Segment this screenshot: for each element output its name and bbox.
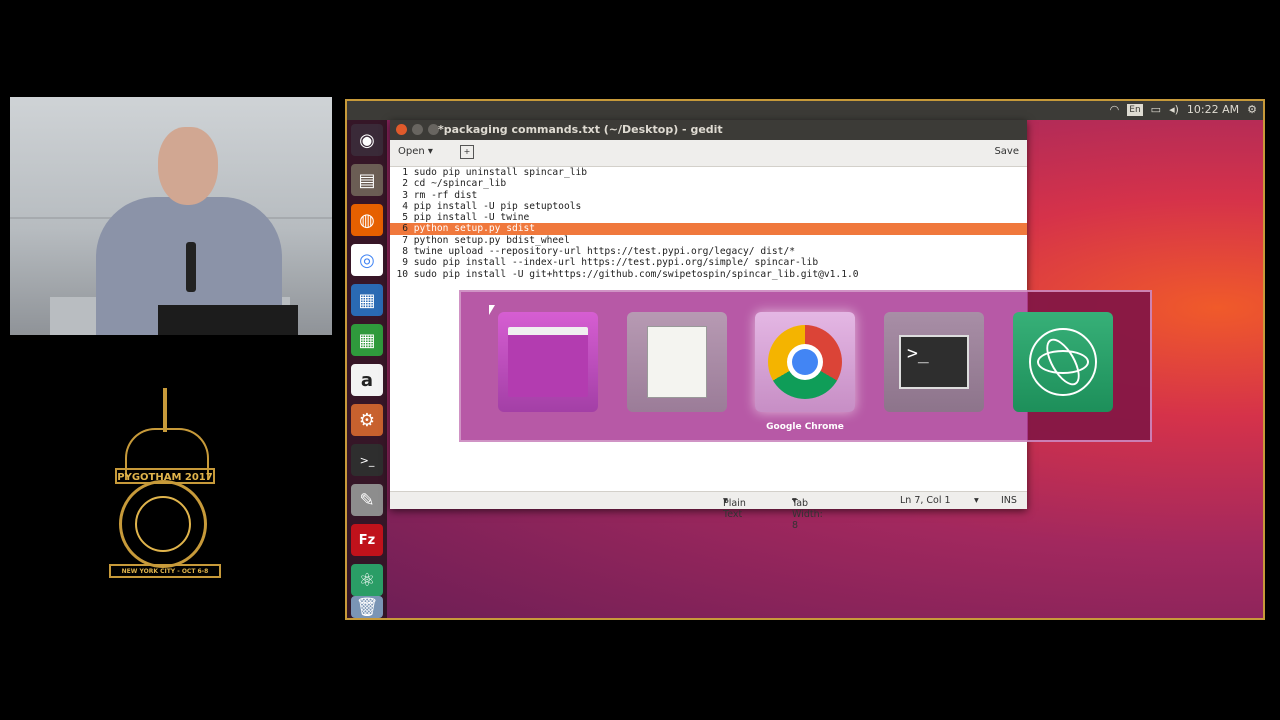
- line-text: rm -rf dist: [413, 189, 478, 201]
- gedit-toolbar: Open ▾ + Save: [390, 140, 1027, 167]
- save-button[interactable]: Save: [994, 146, 1019, 157]
- filezilla-icon[interactable]: Fz: [351, 524, 383, 556]
- window-titlebar[interactable]: *packaging commands.txt (~/Desktop) - ge…: [390, 120, 1027, 140]
- new-document-icon[interactable]: +: [460, 145, 474, 159]
- files-app-tile[interactable]: [498, 312, 598, 412]
- line-number: 2: [402, 178, 408, 190]
- keyboard-layout-indicator[interactable]: En: [1127, 103, 1143, 116]
- code-line[interactable]: 7 python setup.py bdist_wheel: [390, 235, 1027, 246]
- libreoffice-calc-icon[interactable]: ▦: [351, 324, 383, 356]
- line-number: 7: [402, 234, 408, 246]
- laptop: [158, 305, 298, 335]
- code-line[interactable]: 3 rm -rf dist: [390, 190, 1027, 201]
- gedit-app-tile[interactable]: [627, 312, 727, 412]
- launcher: ◉ ▤ ◍ ◎ ▦ ▦ a ⚙ >_ ✎ Fz ⚛ 🗑: [347, 120, 387, 618]
- line-number: 8: [402, 246, 408, 258]
- line-text: python setup.py sdist: [413, 223, 536, 235]
- open-label: Open: [398, 146, 425, 157]
- code-line[interactable]: 2 cd ~/spincar_lib: [390, 178, 1027, 189]
- line-text: pip install -U twine: [413, 212, 530, 224]
- line-number: 4: [402, 200, 408, 212]
- app-switcher: >_ Google Chrome: [459, 290, 1152, 442]
- chrome-app-tile[interactable]: [755, 312, 855, 412]
- files-icon[interactable]: ▤: [351, 164, 383, 196]
- logo-spire: [163, 388, 167, 432]
- selected-code-line[interactable]: 6 python setup.py sdist: [390, 223, 1027, 235]
- line-number: 5: [402, 212, 408, 224]
- folder-icon: [508, 327, 588, 397]
- volume-icon[interactable]: ◂): [1169, 103, 1179, 116]
- line-number: 9: [402, 257, 408, 269]
- logo-snake-icon: [135, 496, 191, 552]
- cursor-position[interactable]: Ln 7, Col 1: [900, 495, 951, 506]
- code-line[interactable]: 9 sudo pip install --index-url https://t…: [390, 257, 1027, 268]
- code-line[interactable]: 4 pip install -U pip setuptools: [390, 201, 1027, 212]
- amazon-icon[interactable]: a: [351, 364, 383, 396]
- clock[interactable]: 10:22 AM: [1187, 103, 1239, 116]
- text-editor-icon: [647, 326, 707, 398]
- line-text: cd ~/spincar_lib: [413, 178, 507, 190]
- line-number: 1: [402, 167, 408, 178]
- language-label: Plain Text: [723, 498, 746, 520]
- top-panel: ◠ En ▭ ◂) 10:22 AM ⚙: [347, 101, 1263, 120]
- window-title: *packaging commands.txt (~/Desktop) - ge…: [438, 123, 723, 136]
- line-number: 6: [402, 223, 408, 235]
- terminal-icon[interactable]: >_: [351, 444, 383, 476]
- code-line[interactable]: 5 pip install -U twine: [390, 212, 1027, 223]
- text-editor-icon[interactable]: ✎: [351, 484, 383, 516]
- logo-base: NEW YORK CITY - OCT 6-8: [109, 564, 221, 578]
- screen-share: ◠ En ▭ ◂) 10:22 AM ⚙ ◉ ▤ ◍ ◎ ▦ ▦ a ⚙ >_ …: [345, 99, 1265, 620]
- terminal-icon: >_: [899, 335, 969, 389]
- code-line[interactable]: 10 sudo pip install -U git+https://githu…: [390, 269, 1027, 280]
- code-line[interactable]: 1 sudo pip uninstall spincar_lib: [390, 167, 1027, 178]
- wifi-icon[interactable]: ◠: [1110, 103, 1120, 116]
- insert-mode[interactable]: INS: [1001, 495, 1017, 506]
- chevron-down-icon[interactable]: ▾: [974, 495, 979, 506]
- firefox-icon[interactable]: ◍: [351, 204, 383, 236]
- settings-icon[interactable]: ⚙: [351, 404, 383, 436]
- libreoffice-writer-icon[interactable]: ▦: [351, 284, 383, 316]
- system-tray: ◠ En ▭ ◂) 10:22 AM ⚙: [1110, 103, 1257, 116]
- selected-app-label: Google Chrome: [766, 422, 844, 432]
- line-number: 3: [402, 189, 408, 201]
- chrome-icon[interactable]: ◎: [351, 244, 383, 276]
- atom-icon[interactable]: ⚛: [351, 564, 383, 596]
- chrome-icon: [768, 325, 842, 399]
- language-selector[interactable]: Plain Text ▾: [723, 495, 746, 520]
- microphone: [186, 242, 196, 292]
- line-text: pip install -U pip setuptools: [413, 200, 582, 212]
- battery-icon[interactable]: ▭: [1151, 103, 1161, 116]
- atom-icon: [1029, 328, 1097, 396]
- minimize-icon[interactable]: [412, 124, 423, 135]
- line-text: python setup.py bdist_wheel: [413, 234, 570, 246]
- line-number: 10: [396, 268, 408, 280]
- line-text: sudo pip uninstall spincar_lib: [413, 167, 588, 178]
- tab-width-selector[interactable]: Tab Width: 8 ▾: [792, 495, 823, 531]
- mouse-cursor: [489, 305, 495, 315]
- atom-app-tile[interactable]: [1013, 312, 1113, 412]
- pygotham-logo: PYGOTHAM 2017 NEW YORK CITY - OCT 6-8: [105, 388, 225, 588]
- close-icon[interactable]: [396, 124, 407, 135]
- line-text: sudo pip install --index-url https://tes…: [413, 257, 819, 269]
- gedit-statusbar: Plain Text ▾ Tab Width: 8 ▾ Ln 7, Col 1 …: [390, 491, 1027, 531]
- open-button[interactable]: Open ▾: [398, 146, 433, 157]
- speaker-head: [158, 127, 218, 205]
- line-text: twine upload --repository-url https://te…: [413, 246, 795, 258]
- tab-width-label: Tab Width: 8: [792, 498, 823, 531]
- terminal-app-tile[interactable]: >_: [884, 312, 984, 412]
- line-text: sudo pip install -U git+https://github.c…: [413, 268, 859, 280]
- gear-icon[interactable]: ⚙: [1247, 103, 1257, 116]
- code-line[interactable]: 8 twine upload --repository-url https://…: [390, 246, 1027, 257]
- speaker-video: [10, 97, 332, 335]
- ubuntu-dash-icon[interactable]: ◉: [351, 124, 383, 156]
- trash-icon[interactable]: 🗑: [351, 596, 383, 618]
